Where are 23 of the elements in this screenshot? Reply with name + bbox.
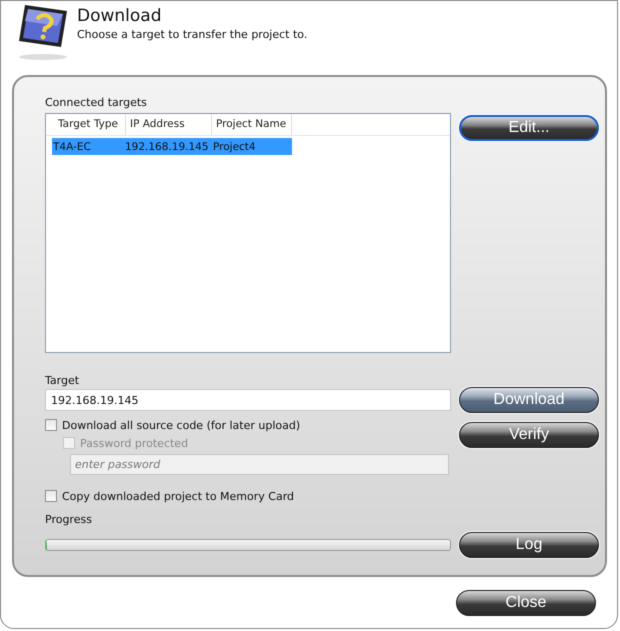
table-cell-text: Project4 (212, 140, 257, 152)
checkbox-label: Copy downloaded project to Memory Card (62, 490, 294, 502)
checkbox[interactable] (45, 490, 57, 502)
checkbox-label: Download all source code (for later upload) (62, 418, 300, 432)
section-label: Connected targets (45, 95, 148, 111)
table-cell-text: T4A-EC (52, 140, 92, 152)
close-button[interactable]: Close (456, 590, 596, 616)
dialog-subtitle: Choose a target to transfer the project to. (77, 27, 308, 43)
field-label: Target (45, 373, 80, 389)
action-button[interactable]: Log (459, 532, 599, 558)
action-button[interactable]: Verify (459, 422, 599, 448)
field-label: Progress (45, 512, 93, 528)
column-header[interactable]: Project Name (212, 114, 292, 135)
action-button[interactable]: Edit... (459, 115, 599, 141)
column-header[interactable]: Target Type (54, 114, 126, 135)
table-row[interactable]: T4A-EC 192.168.19.145 Project4 (52, 138, 292, 155)
action-button[interactable]: Download (459, 387, 599, 413)
checkbox-label: Password protected (80, 436, 188, 450)
target-field[interactable]: 192.168.19.145 (45, 389, 451, 411)
column-header[interactable]: IP Address (126, 114, 212, 135)
table-cell-text: 192.168.19.145 (124, 140, 210, 152)
dialog-title: Download (77, 5, 163, 27)
checkbox[interactable] (45, 419, 57, 431)
